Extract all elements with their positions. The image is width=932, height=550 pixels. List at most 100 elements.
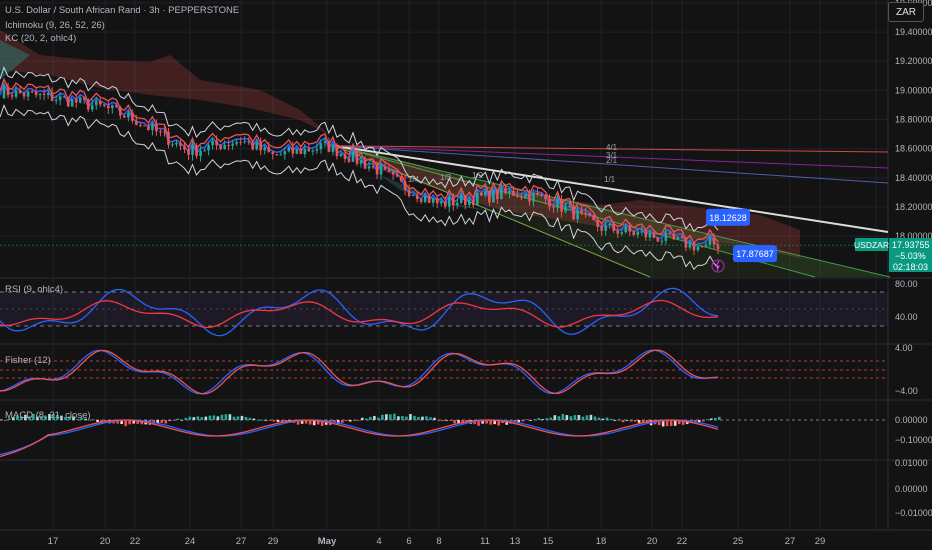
candle[interactable]	[608, 223, 611, 226]
candle[interactable]	[504, 188, 507, 193]
candle[interactable]	[143, 125, 146, 127]
candle[interactable]	[584, 212, 587, 214]
candle[interactable]	[500, 188, 503, 200]
candle[interactable]	[403, 181, 407, 191]
candle[interactable]	[431, 198, 435, 203]
candle[interactable]	[347, 158, 351, 162]
candle[interactable]	[327, 141, 331, 152]
candle[interactable]	[127, 112, 130, 118]
macd-legend[interactable]: MACD (8, 21, close)	[5, 410, 91, 421]
candle[interactable]	[395, 174, 399, 177]
candle[interactable]	[399, 176, 403, 182]
candle[interactable]	[648, 232, 652, 238]
candle[interactable]	[115, 105, 118, 107]
candle[interactable]	[46, 92, 50, 95]
candle[interactable]	[375, 166, 379, 175]
candle[interactable]	[476, 192, 479, 206]
candle[interactable]	[576, 210, 579, 220]
candle[interactable]	[90, 105, 94, 110]
candle[interactable]	[42, 93, 46, 95]
candle[interactable]	[187, 149, 190, 155]
candle[interactable]	[640, 231, 644, 233]
candle[interactable]	[580, 210, 583, 213]
candle[interactable]	[524, 193, 527, 198]
candle[interactable]	[528, 193, 531, 202]
candle[interactable]	[435, 198, 439, 204]
candle[interactable]	[14, 90, 18, 97]
candle[interactable]	[271, 152, 275, 155]
candle[interactable]	[383, 166, 387, 170]
candle[interactable]	[98, 100, 102, 105]
candle[interactable]	[572, 205, 575, 220]
chart-canvas[interactable]: 1/4 1/3 1/2 1/12/13/14/118.1262817.87687 19…	[0, 0, 932, 550]
candle[interactable]	[359, 160, 363, 164]
candle[interactable]	[131, 112, 134, 121]
candle[interactable]	[279, 154, 283, 156]
candle[interactable]	[6, 86, 10, 96]
candle[interactable]	[520, 196, 523, 198]
candle[interactable]	[175, 142, 178, 145]
candle[interactable]	[463, 195, 467, 205]
candle[interactable]	[556, 199, 559, 208]
candle[interactable]	[588, 212, 591, 216]
candle[interactable]	[58, 96, 62, 100]
candle[interactable]	[179, 142, 182, 146]
candle[interactable]	[283, 151, 287, 155]
candle[interactable]	[10, 95, 14, 97]
candle[interactable]	[171, 144, 174, 146]
candle[interactable]	[548, 199, 551, 207]
candle[interactable]	[135, 120, 138, 125]
candle[interactable]	[227, 144, 230, 146]
candle[interactable]	[267, 147, 271, 153]
candle[interactable]	[712, 237, 716, 245]
candle[interactable]	[415, 194, 419, 200]
candle[interactable]	[207, 145, 210, 151]
candle[interactable]	[50, 92, 54, 101]
candle[interactable]	[443, 201, 447, 207]
candle[interactable]	[516, 195, 519, 197]
candle[interactable]	[54, 99, 58, 101]
candle[interactable]	[231, 143, 234, 146]
fisher-legend[interactable]: Fisher (12)	[5, 355, 51, 366]
candle[interactable]	[22, 93, 26, 97]
candle[interactable]	[407, 190, 411, 197]
candle[interactable]	[668, 232, 672, 234]
candle[interactable]	[676, 237, 680, 240]
candle[interactable]	[684, 237, 688, 248]
candle[interactable]	[243, 141, 246, 143]
candle[interactable]	[488, 191, 491, 203]
candle[interactable]	[163, 131, 166, 133]
candle[interactable]	[66, 97, 70, 107]
candle[interactable]	[620, 232, 624, 234]
candle[interactable]	[371, 166, 375, 168]
candle[interactable]	[291, 147, 295, 154]
candle[interactable]	[147, 125, 150, 131]
keltner-legend[interactable]: KC (20, 2, ohlc4)	[5, 33, 76, 44]
candle[interactable]	[94, 100, 98, 106]
candle[interactable]	[664, 232, 668, 241]
candle[interactable]	[82, 97, 86, 100]
candle[interactable]	[199, 150, 202, 156]
candle[interactable]	[532, 192, 535, 202]
candle[interactable]	[459, 195, 463, 203]
candle[interactable]	[472, 199, 475, 206]
candle[interactable]	[275, 154, 279, 156]
candle[interactable]	[624, 226, 628, 233]
candle[interactable]	[411, 194, 415, 197]
candle[interactable]	[451, 197, 455, 206]
candle[interactable]	[2, 86, 6, 99]
candle[interactable]	[600, 226, 603, 231]
candle[interactable]	[447, 197, 451, 207]
candle[interactable]	[62, 96, 66, 98]
candle[interactable]	[159, 131, 162, 133]
candle[interactable]	[183, 145, 186, 150]
candle[interactable]	[247, 141, 250, 143]
candle[interactable]	[343, 153, 347, 159]
candle[interactable]	[155, 123, 158, 132]
candle[interactable]	[339, 153, 343, 157]
candle[interactable]	[644, 231, 648, 238]
candle[interactable]	[391, 171, 395, 175]
candle[interactable]	[102, 104, 106, 106]
candle[interactable]	[18, 90, 22, 94]
candle[interactable]	[323, 141, 327, 144]
